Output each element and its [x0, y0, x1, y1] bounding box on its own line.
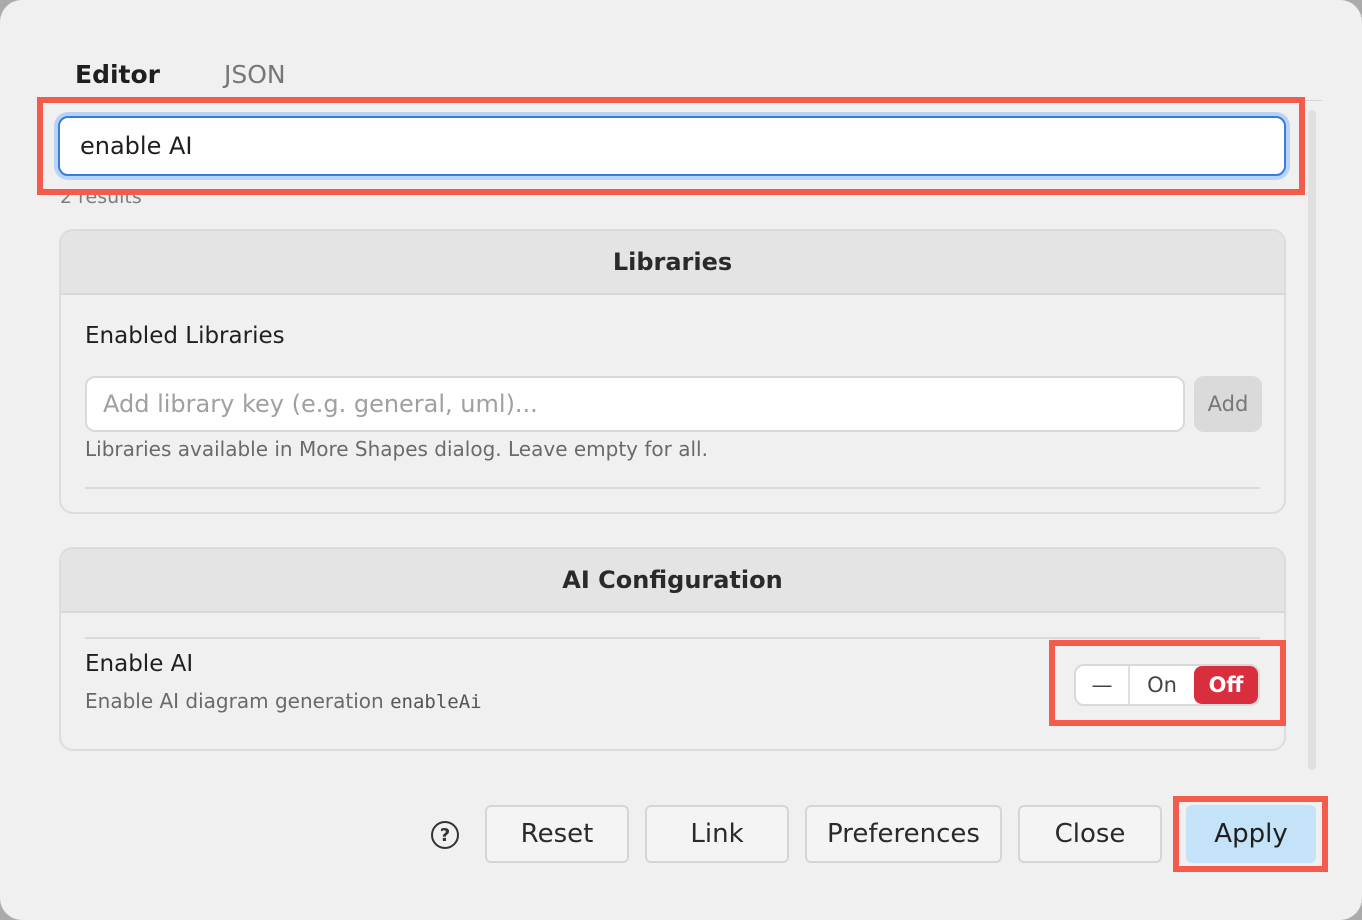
- tab-editor[interactable]: Editor: [75, 58, 160, 94]
- ai-config-section: AI Configuration Enable AI Enable AI dia…: [59, 547, 1286, 751]
- enable-ai-toggle: — On Off: [1074, 664, 1260, 706]
- add-library-button[interactable]: Add: [1194, 376, 1262, 432]
- tab-json[interactable]: JSON: [224, 58, 286, 94]
- library-key-input[interactable]: [85, 376, 1185, 432]
- libraries-divider: [85, 487, 1260, 489]
- link-button[interactable]: Link: [645, 805, 789, 863]
- config-dialog: Editor JSON 2 results Libraries Enabled …: [0, 0, 1362, 920]
- scrollbar[interactable]: [1308, 110, 1316, 770]
- libraries-header: Libraries: [61, 231, 1284, 295]
- enable-ai-description-text: Enable AI diagram generation: [85, 689, 384, 713]
- apply-button[interactable]: Apply: [1186, 805, 1316, 863]
- toggle-off-button[interactable]: Off: [1194, 666, 1258, 704]
- search-field: [58, 116, 1286, 176]
- ai-config-header: AI Configuration: [61, 549, 1284, 613]
- toggle-on-button[interactable]: On: [1130, 666, 1194, 704]
- tab-divider: [60, 100, 1322, 101]
- toggle-unset-button[interactable]: —: [1076, 666, 1130, 704]
- preferences-button[interactable]: Preferences: [805, 805, 1002, 863]
- libraries-section: Libraries Enabled Libraries Add Librarie…: [59, 229, 1286, 514]
- results-count: 2 results: [60, 186, 142, 204]
- enable-ai-key: enableAi: [390, 691, 482, 713]
- search-input[interactable]: [60, 118, 1284, 174]
- help-icon[interactable]: ?: [431, 821, 459, 849]
- libraries-help-text: Libraries available in More Shapes dialo…: [85, 437, 708, 461]
- enabled-libraries-label: Enabled Libraries: [85, 323, 285, 349]
- ai-config-divider: [85, 637, 1260, 639]
- close-button[interactable]: Close: [1018, 805, 1162, 863]
- enable-ai-label: Enable AI: [85, 651, 194, 677]
- tab-bar: Editor JSON: [75, 58, 350, 94]
- enable-ai-description: Enable AI diagram generation enableAi: [85, 689, 482, 713]
- reset-button[interactable]: Reset: [485, 805, 629, 863]
